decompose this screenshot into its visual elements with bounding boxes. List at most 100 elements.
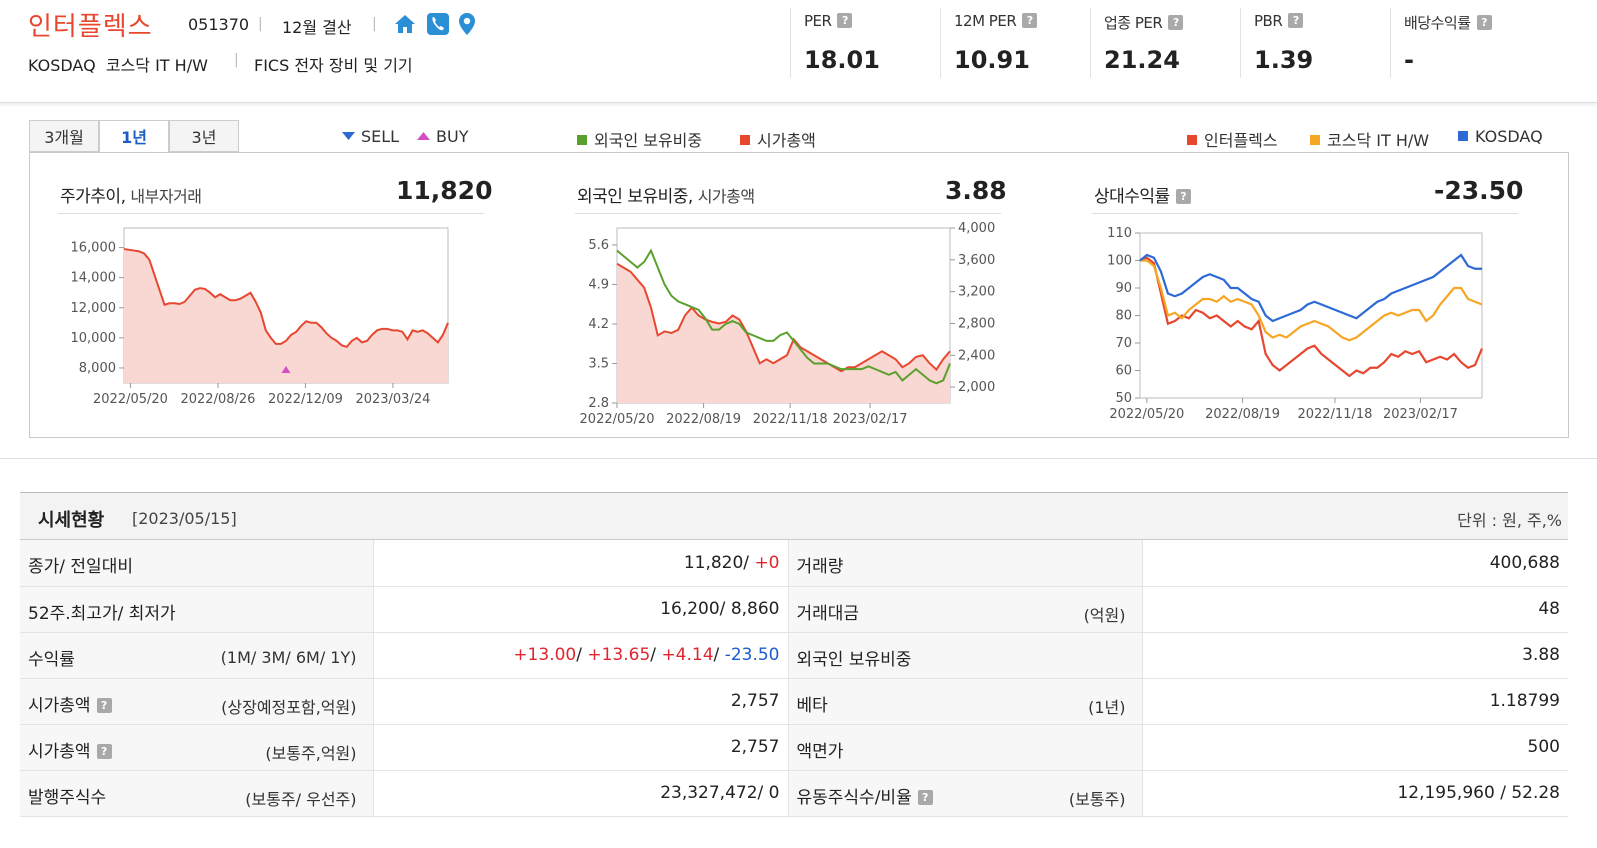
tab-3-years[interactable]: 3년 — [169, 120, 239, 152]
divider — [575, 213, 1001, 214]
fics-sector: FICS 전자 장비 및 기기 — [254, 56, 413, 75]
y-tick-label: 90 — [1115, 281, 1132, 296]
company-name[interactable]: 인터플렉스 — [28, 6, 153, 43]
separator: / — [650, 645, 662, 665]
table-cell: 2,757 — [372, 724, 788, 771]
metric-label: 12M PER — [954, 12, 1017, 30]
stock-code: 051370 — [188, 15, 250, 34]
row-label: 시가총액 — [28, 741, 91, 762]
chart-title: 상대수익률 — [1094, 187, 1170, 207]
row-label: 발행주식수 — [28, 787, 107, 808]
location-pin-icon[interactable] — [455, 12, 479, 36]
row-header: 거래대금 (억원) — [787, 586, 1142, 633]
y-right-tick-label: 2,000 — [958, 380, 995, 395]
legend-swatch — [1310, 135, 1320, 145]
home-icon[interactable] — [393, 12, 417, 36]
separator: / — [713, 645, 725, 665]
metric-value: 10.91 — [954, 46, 1030, 74]
legend-sell: SELL — [342, 127, 399, 146]
separator: / — [576, 645, 588, 665]
market-sector: KOSDAQ 코스닥 IT H/W — [28, 56, 208, 75]
row-label: 수익률 — [28, 649, 75, 670]
help-icon[interactable]: ? — [1288, 13, 1304, 28]
metric-pbr: PBR? 1.39 — [1240, 6, 1390, 78]
x-tick-label: 2023/02/17 — [833, 412, 908, 427]
metric-12m-per: 12M PER? 10.91 — [940, 6, 1090, 78]
y-tick-label: 100 — [1107, 254, 1132, 269]
row-header: 외국인 보유비중 — [787, 632, 1142, 679]
y-tick-label: 60 — [1115, 364, 1132, 379]
y-right-tick-label: 2,800 — [958, 316, 995, 331]
tab-1-year[interactable]: 1년 — [99, 120, 169, 153]
row-header: 시가총액? (상장예정포함,억원) — [20, 678, 373, 725]
metric-value: 18.01 — [804, 46, 880, 74]
help-icon[interactable]: ? — [96, 697, 112, 713]
chart-title-foreign: 외국인 보유비중, 시가총액 — [577, 187, 755, 207]
foreign-ratio-chart[interactable]: 5.6 4.9 4.2 3.5 2.8 4,000 3,600 3,200 2,800 2,400… — [570, 218, 1010, 433]
row-label: 베타 — [796, 695, 828, 716]
buy-marker-icon — [417, 132, 430, 140]
y-right-tick-label: 2,400 — [958, 348, 995, 363]
chart-title-price: 주가추이, 내부자거래 — [60, 187, 202, 207]
help-icon[interactable]: ? — [96, 743, 112, 759]
unit-label: 단위 : 원, 주,% — [1457, 511, 1562, 530]
row-header: 종가/ 전일대비 — [20, 540, 373, 587]
table-row: 시가총액? (보통주,억원) 2,757 액면가 500 — [20, 724, 1568, 771]
legend-swatch — [577, 135, 587, 145]
x-tick-label: 2022/08/19 — [1205, 407, 1280, 422]
table-row: 종가/ 전일대비 11,820/ +0 거래량 400,688 — [20, 540, 1568, 587]
y-tick-label: 12,000 — [71, 301, 117, 316]
phone-icon[interactable] — [426, 12, 450, 36]
relative-return-chart[interactable]: 110 100 90 80 70 60 502022/05/20 2022/08/19 2022… — [1090, 218, 1510, 433]
chart-headline-foreign: 3.88 — [945, 176, 1007, 205]
chart-headline-relative: -23.50 — [1434, 176, 1524, 205]
row-header: 발행주식수 (보통주/ 우선주) — [20, 770, 373, 817]
y-tick-label: 10,000 — [71, 331, 117, 346]
table-cell: 12,195,960 / 52.28 — [1141, 770, 1568, 817]
row-label: 외국인 보유비중 — [796, 649, 912, 670]
y-tick-label: 80 — [1115, 309, 1132, 324]
quote-header: 시세현황 [2023/05/15] 단위 : 원, 주,% — [20, 492, 1568, 540]
y-tick-label: 4.9 — [588, 277, 609, 292]
help-icon[interactable]: ? — [1175, 189, 1191, 204]
tab-3-months[interactable]: 3개월 — [29, 120, 99, 152]
divider: | — [372, 16, 377, 32]
y-tick-label: 4.2 — [588, 317, 609, 332]
row-sublabel: (억원) — [1083, 605, 1126, 625]
table-cell: 500 — [1141, 724, 1568, 771]
price-chart[interactable]: 16,000 14,000 12,000 10,000 8,000 2022/05/20 2… — [58, 218, 478, 433]
row-sublabel: (보통주,억원) — [265, 743, 357, 763]
y-right-tick-label: 4,000 — [958, 221, 995, 236]
metric-value: 21.24 — [1104, 46, 1180, 74]
x-tick-label: 2022/05/20 — [93, 392, 168, 407]
price-change: +0 — [754, 552, 780, 573]
table-cell: 400,688 — [1141, 540, 1568, 587]
legend-label: SELL — [361, 127, 400, 146]
chart-title: 주가추이 — [60, 187, 121, 207]
row-sublabel: (보통주/ 우선주) — [245, 789, 357, 809]
x-tick-label: 2023/02/17 — [1383, 407, 1458, 422]
table-cell: 48 — [1141, 586, 1568, 633]
metric-sector-per: 업종 PER? 21.24 — [1090, 6, 1240, 78]
row-label: 종가/ 전일대비 — [28, 557, 133, 577]
help-icon[interactable]: ? — [837, 13, 853, 28]
help-icon[interactable]: ? — [917, 789, 933, 805]
section-title: 시세현황 — [38, 510, 105, 531]
row-label: 유동주식수/비율 — [796, 787, 912, 808]
help-icon[interactable]: ? — [1476, 15, 1492, 30]
x-tick-label: 2022/08/26 — [180, 392, 255, 407]
row-label: 거래량 — [796, 557, 844, 577]
legend-market-cap: 시가총액 — [740, 127, 816, 151]
legend-label: BUY — [436, 127, 469, 146]
separator: / — [743, 552, 755, 573]
legend-label: 코스닥 IT H/W — [1327, 131, 1430, 150]
table-cell: 11,820/ +0 — [372, 540, 788, 587]
legend-buy: BUY — [417, 127, 468, 146]
table-cell: 3.88 — [1141, 632, 1568, 679]
quote-table: 종가/ 전일대비 11,820/ +0 거래량 400,688 52주.최고가/… — [20, 540, 1568, 817]
help-icon[interactable]: ? — [1168, 15, 1184, 30]
help-icon[interactable]: ? — [1022, 13, 1038, 28]
y-right-tick-label: 3,200 — [958, 285, 995, 300]
legend-label: 외국인 보유비중 — [594, 131, 703, 150]
y-tick-label: 14,000 — [71, 271, 117, 286]
